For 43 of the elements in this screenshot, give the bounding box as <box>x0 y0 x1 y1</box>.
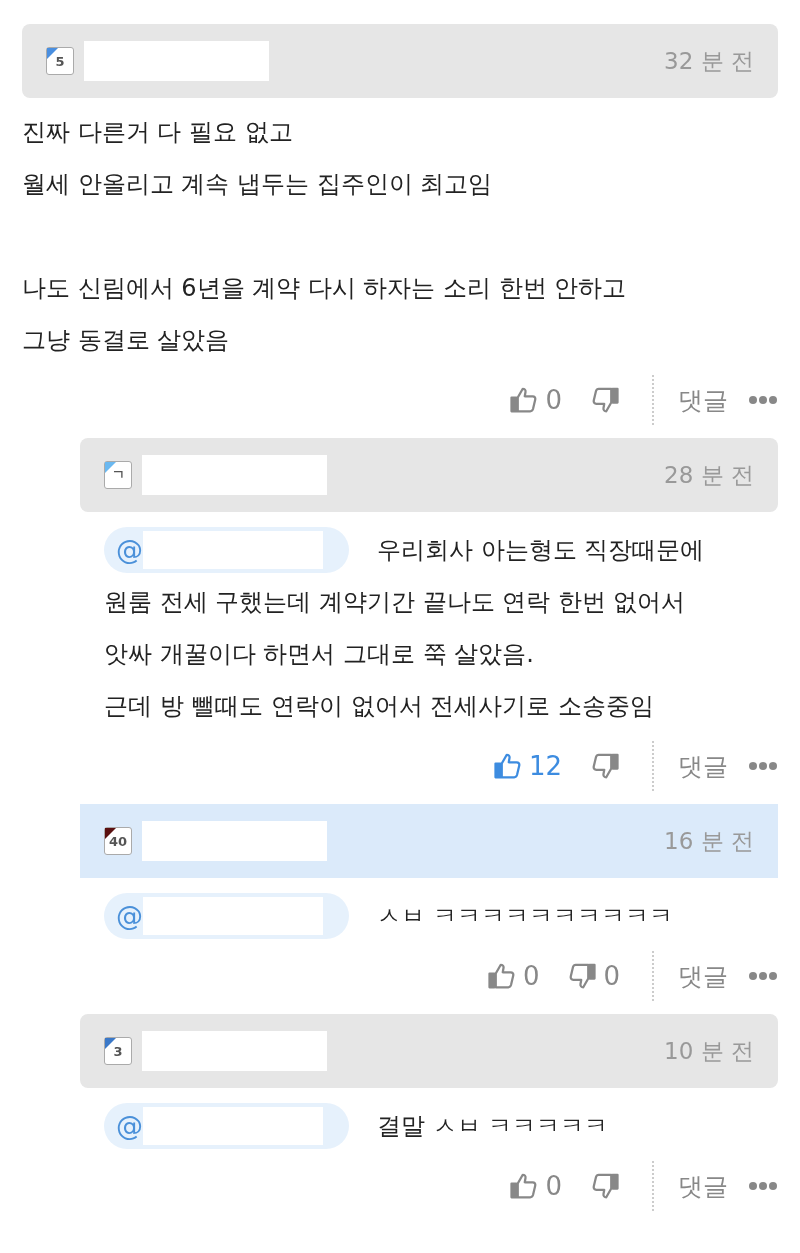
thumbs-down-icon <box>590 385 620 415</box>
thumbs-down-icon <box>590 751 620 781</box>
more-icon[interactable] <box>748 761 778 771</box>
thumbs-up-icon <box>486 961 517 991</box>
like-button[interactable]: 0 <box>509 385 562 415</box>
comment-text: 앗싸 개꿀이다 하면서 그대로 쭉 살았음. <box>104 639 535 670</box>
comment-time: 28 분 전 <box>664 460 754 490</box>
comment-text: 결말 ㅅㅂ ㅋㅋㅋㅋㅋ <box>377 1111 609 1142</box>
comment-time: 16 분 전 <box>664 826 754 856</box>
more-icon[interactable] <box>748 971 778 981</box>
comment-text: 우리회사 아는형도 직장때문에 <box>377 535 705 566</box>
like-button[interactable]: 0 <box>509 1171 562 1201</box>
reply-button[interactable]: 댓글 <box>678 383 728 417</box>
level-badge: 3 <box>104 1037 132 1065</box>
comment-text: 그냥 동결로 살았음 <box>22 325 231 356</box>
dislike-button[interactable]: 0 <box>567 961 620 991</box>
reply-button[interactable]: 댓글 <box>678 959 728 993</box>
mention-chip[interactable]: @ <box>104 527 349 573</box>
level-badge: 5 <box>46 47 74 75</box>
thumbs-down-icon <box>567 961 598 991</box>
like-button[interactable]: 0 <box>486 961 540 991</box>
comment-text: 근데 방 뺄때도 연락이 없어서 전세사기로 소송중임 <box>104 691 655 722</box>
comment-text: 진짜 다른거 다 필요 없고 <box>22 117 294 148</box>
comment-text: 월세 안올리고 계속 냅두는 집주인이 최고임 <box>22 169 494 200</box>
reply-button[interactable]: 댓글 <box>678 1169 728 1203</box>
comment-time: 10 분 전 <box>664 1036 754 1066</box>
mention-chip[interactable]: @ <box>104 1103 349 1149</box>
level-badge: 40 <box>104 827 132 855</box>
comment-time: 32 분 전 <box>664 46 754 76</box>
thumbs-down-icon <box>590 1171 620 1201</box>
like-button[interactable]: 12 <box>492 751 562 781</box>
comment-text: ㅅㅂ ㅋㅋㅋㅋㅋㅋㅋㅋㅋㅋ <box>377 901 673 932</box>
comment-text: 원룸 전세 구했는데 계약기간 끝나도 연락 한번 없어서 <box>104 587 687 618</box>
dislike-button[interactable] <box>590 751 620 781</box>
dislike-button[interactable] <box>590 1171 620 1201</box>
comment-text: 나도 신림에서 6년을 계약 다시 하자는 소리 한번 안하고 <box>22 273 628 304</box>
more-icon[interactable] <box>748 395 778 405</box>
mention-chip[interactable]: @ <box>104 893 349 939</box>
more-icon[interactable] <box>748 1181 778 1191</box>
level-badge: ㄱ <box>104 461 132 489</box>
reply-button[interactable]: 댓글 <box>678 749 728 783</box>
thumbs-up-icon <box>492 751 523 781</box>
dislike-button[interactable] <box>590 385 620 415</box>
